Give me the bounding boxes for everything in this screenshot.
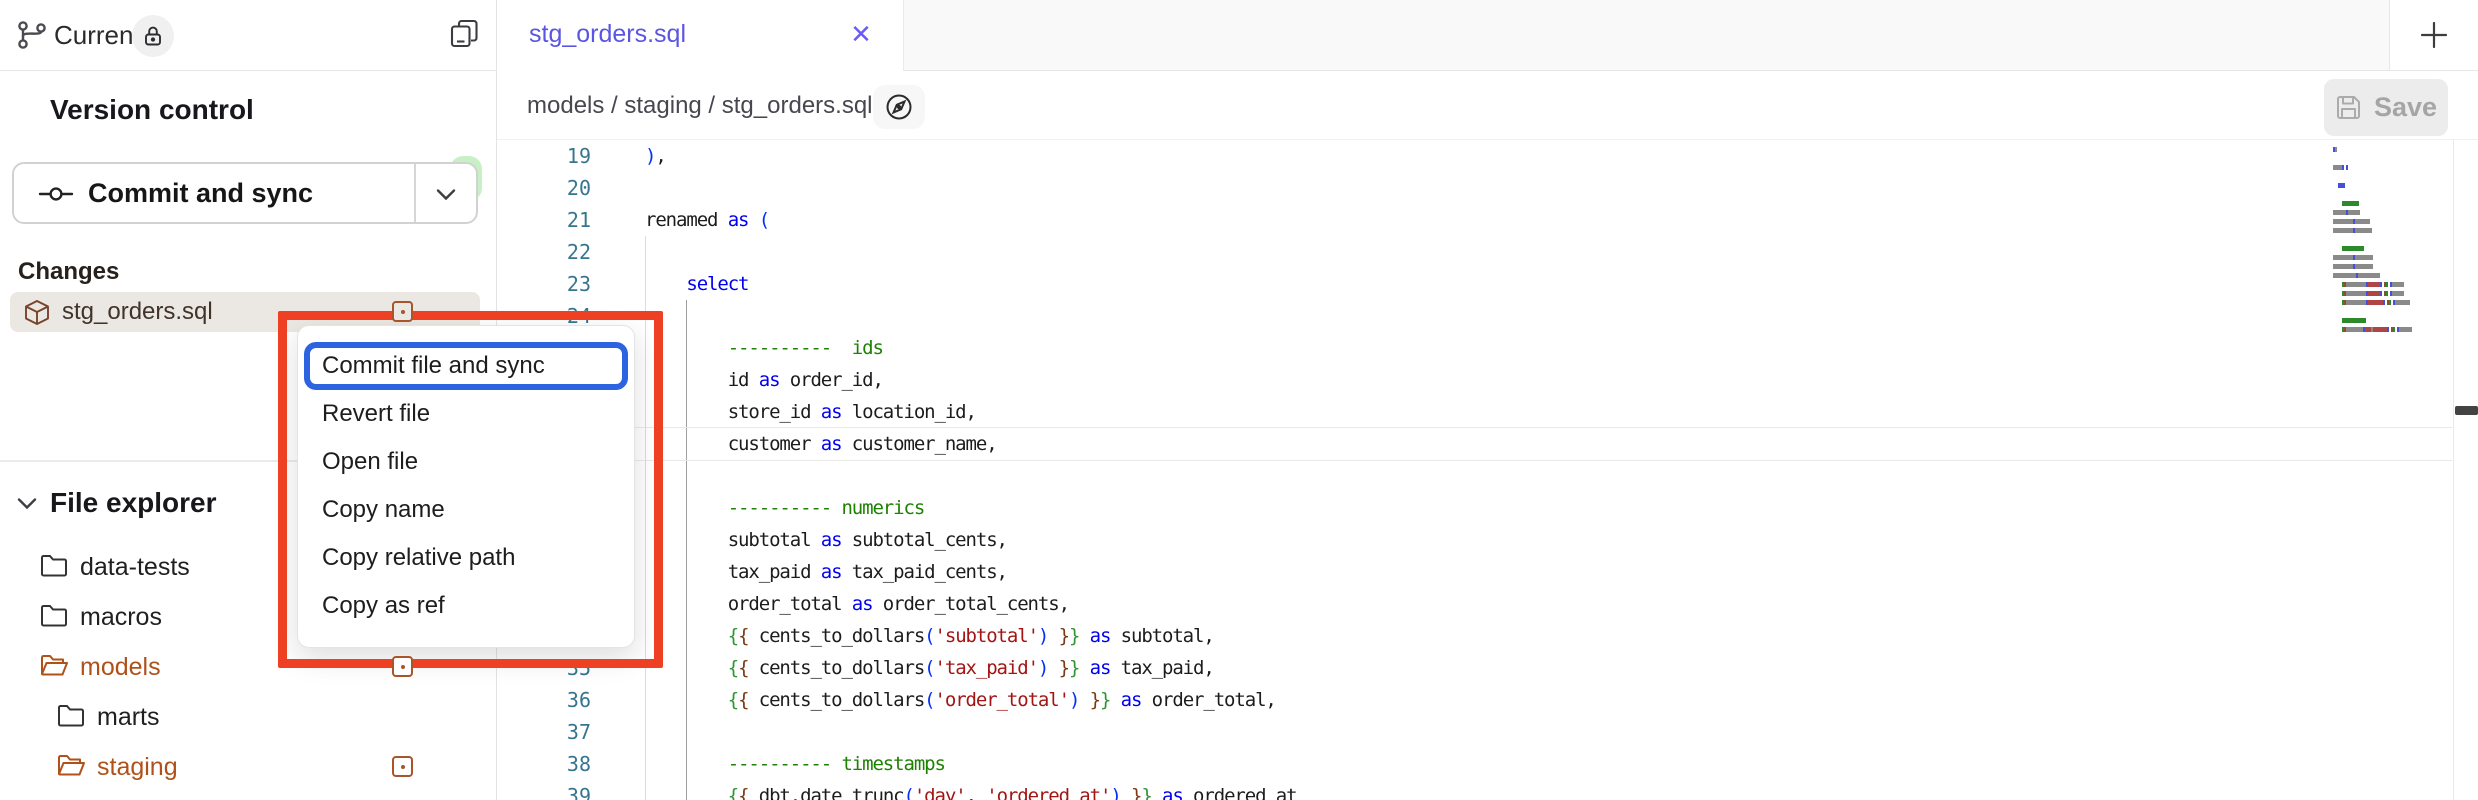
- code-line: tax_paid as tax_paid_cents,: [645, 556, 1007, 588]
- code-line: {{ cents_to_dollars('order_total') }} as…: [645, 684, 1276, 716]
- code-line: ---------- ids: [645, 332, 883, 364]
- menu-item[interactable]: Copy relative path: [298, 534, 634, 582]
- tab-stg-orders[interactable]: stg_orders.sql ✕: [497, 0, 904, 71]
- lineage-compass-button[interactable]: [873, 85, 925, 129]
- code-line: store_id as location_id,: [645, 396, 976, 428]
- branch-header: Current: [0, 0, 497, 71]
- version-control-title: Version control: [50, 71, 254, 149]
- code-line: subtotal as subtotal_cents,: [645, 524, 1007, 556]
- breadcrumb-row: models / staging / stg_orders.sql Save: [497, 71, 2478, 140]
- code-line: {{ cents_to_dollars('subtotal') }} as su…: [645, 620, 1214, 652]
- code-line: {{ dbt.date_trunc('day', 'ordered_at') }…: [645, 780, 1296, 800]
- folder-icon: [57, 703, 85, 732]
- code-line: ),: [645, 140, 666, 172]
- new-tab-button[interactable]: [2414, 16, 2454, 56]
- copy-icon-button[interactable]: [446, 17, 482, 53]
- menu-item[interactable]: Open file: [298, 438, 634, 486]
- code-line: order_total as order_total_cents,: [645, 588, 1069, 620]
- copy-icon: [448, 18, 480, 50]
- version-control-header[interactable]: Version control 1: [0, 71, 497, 149]
- menu-item[interactable]: Copy as ref: [298, 582, 634, 630]
- chevron-down-icon: [17, 497, 37, 510]
- git-branch-icon: [16, 19, 48, 51]
- code-line: ---------- timestamps: [645, 748, 945, 780]
- menu-item[interactable]: Copy name: [298, 486, 634, 534]
- tree-item-marts[interactable]: marts: [0, 692, 497, 742]
- plus-icon: [2418, 19, 2450, 51]
- changed-file-name: stg_orders.sql: [62, 292, 213, 332]
- tree-item-label: staging: [97, 742, 178, 792]
- context-menu: Commit file and syncRevert fileOpen file…: [297, 325, 635, 648]
- folder-modified-indicator: [392, 656, 413, 677]
- tree-item-label: marts: [97, 692, 160, 742]
- save-label: Save: [2374, 92, 2437, 123]
- lock-icon: [143, 25, 163, 47]
- file-explorer-title: File explorer: [50, 478, 217, 528]
- commit-and-sync-button[interactable]: Commit and sync: [12, 162, 478, 224]
- tab-bar: stg_orders.sql ✕: [497, 0, 2478, 71]
- code-line: select: [645, 268, 748, 300]
- compass-icon: [884, 92, 914, 122]
- app-root: Current Version control: [0, 0, 2478, 800]
- line-number: 37: [497, 716, 591, 748]
- folder-open-icon: [40, 653, 68, 682]
- git-commit-icon: [38, 184, 74, 204]
- code-line: {{ cents_to_dollars('tax_paid') }} as ta…: [645, 652, 1214, 684]
- folder-icon: [40, 553, 68, 582]
- panel-resize-handle[interactable]: [2455, 406, 2478, 415]
- save-icon: [2335, 94, 2362, 121]
- line-number: 21: [497, 204, 591, 236]
- menu-item[interactable]: Commit file and sync: [304, 342, 628, 390]
- branch-lock-badge: [132, 15, 174, 57]
- branch-name[interactable]: Current: [54, 0, 141, 70]
- code-line: id as order_id,: [645, 364, 883, 396]
- line-number: 19: [497, 140, 591, 172]
- tab-close-icon[interactable]: ✕: [841, 0, 881, 68]
- split-button-divider: [414, 164, 416, 222]
- line-number: 39: [497, 780, 591, 800]
- changes-section-label: Changes: [18, 258, 119, 286]
- file-modified-indicator[interactable]: [392, 301, 413, 322]
- code-editor[interactable]: 1920212223242526272829303132333435363738…: [497, 140, 2478, 800]
- folder-open-icon: [57, 753, 85, 782]
- line-number: 36: [497, 684, 591, 716]
- menu-item[interactable]: Revert file: [298, 390, 634, 438]
- tab-label: stg_orders.sql: [529, 0, 686, 68]
- line-number: 35: [497, 652, 591, 684]
- code-line: renamed as (: [645, 204, 769, 236]
- save-button[interactable]: Save: [2324, 79, 2448, 136]
- tree-item-models[interactable]: models: [0, 642, 497, 692]
- line-number: 22: [497, 236, 591, 268]
- tree-item-label: data-tests: [80, 542, 190, 592]
- line-number: 20: [497, 172, 591, 204]
- line-number: 38: [497, 748, 591, 780]
- folder-icon: [40, 603, 68, 632]
- folder-modified-indicator: [392, 756, 413, 777]
- tree-item-label: macros: [80, 592, 162, 642]
- code-line: ---------- numerics: [645, 492, 924, 524]
- tree-item-label: models: [80, 642, 161, 692]
- breadcrumb[interactable]: models / staging / stg_orders.sql: [527, 71, 873, 140]
- model-cube-icon: [24, 299, 50, 326]
- tree-item-staging[interactable]: staging: [0, 742, 497, 792]
- editor-right-border: [2453, 140, 2454, 800]
- chevron-down-icon[interactable]: [436, 188, 456, 201]
- code-line: customer as customer_name,: [645, 428, 997, 460]
- new-tab-zone: [2390, 0, 2478, 70]
- line-number: 23: [497, 268, 591, 300]
- commit-and-sync-label: Commit and sync: [88, 164, 313, 222]
